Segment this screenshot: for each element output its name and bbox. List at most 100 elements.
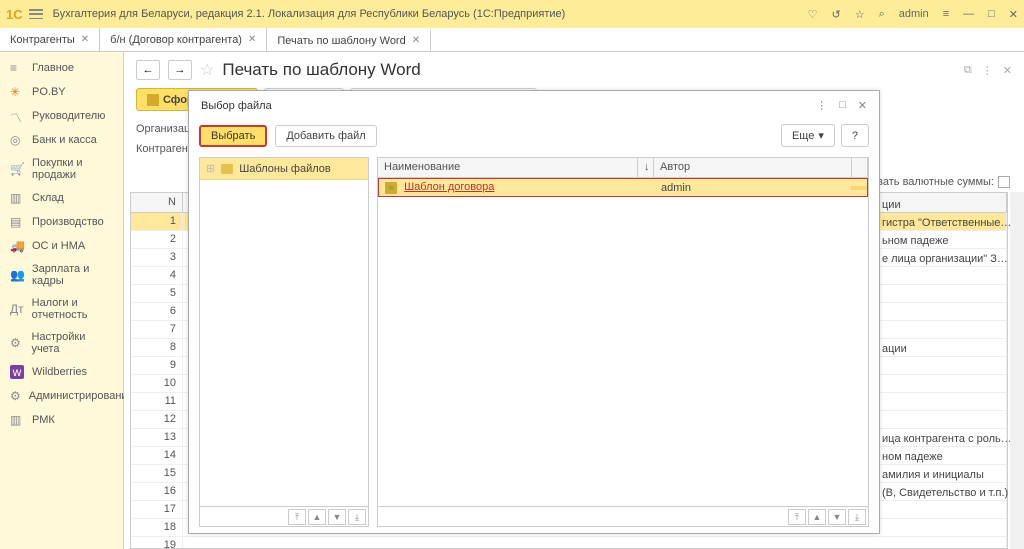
sidebar-item-label: Администрирование bbox=[29, 390, 134, 402]
grid-row[interactable]: 19 bbox=[131, 537, 1007, 548]
sidebar-item-salary[interactable]: 👥Зарплата и кадры bbox=[0, 258, 123, 292]
coin-icon: ◎ bbox=[10, 133, 24, 147]
dialog-maximize-icon[interactable]: □ bbox=[839, 99, 846, 112]
sidebar-item-taxes[interactable]: ДтНалоги и отчетность bbox=[0, 292, 123, 326]
close-window-icon[interactable]: ✕ bbox=[1009, 8, 1018, 21]
sidebar-item-rmk[interactable]: ▥РМК bbox=[0, 408, 123, 432]
link-icon[interactable]: ⧉ bbox=[964, 64, 972, 77]
document-tabs: Контрагенты ✕ б/н (Договор контрагента) … bbox=[0, 28, 1024, 52]
main-menu-icon[interactable] bbox=[29, 9, 43, 19]
sidebar-item-admin[interactable]: ⚙Администрирование bbox=[0, 384, 123, 408]
sidebar-item-assets[interactable]: 🚚 ОС и НМА bbox=[0, 234, 123, 258]
nav-back-button[interactable]: ← bbox=[136, 60, 160, 80]
dialog-close-icon[interactable]: ✕ bbox=[858, 99, 867, 112]
select-button[interactable]: Выбрать bbox=[199, 125, 267, 147]
home-icon: ≡ bbox=[10, 61, 24, 75]
folder-tree[interactable]: ⊞ Шаблоны файлов ⤒ ▲ ▼ ⤓ bbox=[199, 157, 369, 527]
sidebar-item-label: Wildberries bbox=[32, 366, 87, 378]
grid-header-n[interactable]: N bbox=[131, 193, 183, 212]
tab-contract[interactable]: б/н (Договор контрагента) ✕ bbox=[100, 28, 267, 51]
nav-first-icon[interactable]: ⤒ bbox=[788, 509, 806, 525]
sidebar-item-sales[interactable]: 🛒 Покупки и продажи bbox=[0, 152, 123, 186]
column-author[interactable]: Автор bbox=[654, 158, 852, 177]
navigation-sidebar: ≡Главное ✳PO.BY 〽Руководителю ◎Банк и ка… bbox=[0, 52, 124, 549]
sidebar-item-label: Производство bbox=[32, 216, 104, 228]
row-action-icon[interactable] bbox=[851, 186, 867, 190]
page-title: Печать по шаблону Word bbox=[222, 60, 420, 80]
file-list-row[interactable]: w Шаблон договора admin bbox=[378, 178, 868, 197]
sidebar-item-label: ОС и НМА bbox=[32, 240, 85, 252]
maximize-icon[interactable]: □ bbox=[988, 8, 995, 20]
hint-text: гистра "Ответственные ли... bbox=[882, 214, 1014, 232]
poby-icon: ✳ bbox=[10, 85, 24, 99]
nav-down-icon[interactable]: ▼ bbox=[328, 509, 346, 525]
page-close-icon[interactable]: ✕ bbox=[1003, 64, 1012, 77]
hint-text: е лица организации" Запол... bbox=[882, 250, 1014, 268]
dialog-title: Выбор файла bbox=[201, 100, 272, 112]
hint-text: амилия и инициалы bbox=[882, 466, 1014, 484]
sidebar-item-main[interactable]: ≡Главное bbox=[0, 56, 123, 80]
favorite-star-icon[interactable]: ☆ bbox=[200, 60, 214, 80]
nav-up-icon[interactable]: ▲ bbox=[808, 509, 826, 525]
tab-close-icon[interactable]: ✕ bbox=[412, 35, 420, 46]
sidebar-item-poby[interactable]: ✳PO.BY bbox=[0, 80, 123, 104]
app-logo: 1C bbox=[6, 7, 23, 22]
dialog-menu-icon[interactable]: ⋮ bbox=[816, 99, 827, 112]
sidebar-item-label: РМК bbox=[32, 414, 55, 426]
row-number: 5 bbox=[131, 285, 183, 302]
history-icon[interactable]: ↺ bbox=[831, 8, 840, 21]
sidebar-item-bank[interactable]: ◎Банк и касса bbox=[0, 128, 123, 152]
tab-label: Печать по шаблону Word bbox=[277, 35, 405, 47]
vertical-scrollbar[interactable] bbox=[1010, 192, 1024, 549]
sidebar-item-manager[interactable]: 〽Руководителю bbox=[0, 104, 123, 128]
tree-item-label: Шаблоны файлов bbox=[239, 163, 331, 175]
currency-checkbox[interactable] bbox=[998, 176, 1010, 188]
tab-print-template[interactable]: Печать по шаблону Word ✕ bbox=[267, 28, 431, 51]
username-label[interactable]: admin bbox=[899, 8, 929, 20]
help-button[interactable]: ? bbox=[841, 124, 869, 147]
star-icon[interactable]: ☆ bbox=[855, 8, 865, 21]
nav-up-icon[interactable]: ▲ bbox=[308, 509, 326, 525]
production-icon: ▤ bbox=[10, 215, 24, 229]
minimize-icon[interactable]: — bbox=[963, 8, 974, 20]
sidebar-item-label: Налоги и отчетность bbox=[32, 297, 113, 321]
expand-icon[interactable]: ⊞ bbox=[206, 162, 215, 175]
nav-last-icon[interactable]: ⤓ bbox=[848, 509, 866, 525]
bell-icon[interactable]: ♡ bbox=[808, 8, 818, 21]
sidebar-item-wildberries[interactable]: wWildberries bbox=[0, 360, 123, 384]
row-number: 4 bbox=[131, 267, 183, 284]
more-button[interactable]: Еще ▾ bbox=[781, 124, 835, 147]
app-title: Бухгалтерия для Беларуси, редакция 2.1. … bbox=[53, 8, 808, 20]
menu-icon[interactable]: ⋮ bbox=[982, 64, 993, 77]
file-author: admin bbox=[655, 180, 851, 196]
truck-icon: 🚚 bbox=[10, 239, 24, 253]
column-name[interactable]: Наименование bbox=[378, 158, 638, 177]
nav-forward-button[interactable]: → bbox=[168, 60, 192, 80]
sidebar-item-warehouse[interactable]: ▥Склад bbox=[0, 186, 123, 210]
sidebar-item-label: Покупки и продажи bbox=[32, 157, 113, 181]
nav-down-icon[interactable]: ▼ bbox=[828, 509, 846, 525]
row-number: 6 bbox=[131, 303, 183, 320]
sidebar-item-settings[interactable]: ⚙Настройки учета bbox=[0, 326, 123, 360]
tab-close-icon[interactable]: ✕ bbox=[81, 34, 89, 45]
settings-bars-icon[interactable]: ≡ bbox=[943, 8, 949, 20]
tab-contragents[interactable]: Контрагенты ✕ bbox=[0, 28, 100, 51]
hint-text: ции bbox=[882, 196, 1014, 214]
hint-text: ации bbox=[882, 340, 1014, 358]
search-icon[interactable]: ⌕ bbox=[879, 8, 885, 21]
tab-close-icon[interactable]: ✕ bbox=[248, 34, 256, 45]
row-number: 11 bbox=[131, 393, 183, 410]
row-number: 17 bbox=[131, 501, 183, 518]
cart-icon: 🛒 bbox=[10, 162, 24, 176]
people-icon: 👥 bbox=[10, 268, 24, 282]
sort-indicator-icon[interactable]: ↓ bbox=[638, 158, 654, 177]
row-number: 15 bbox=[131, 465, 183, 482]
row-number: 16 bbox=[131, 483, 183, 500]
sidebar-item-production[interactable]: ▤ Производство bbox=[0, 210, 123, 234]
file-name: Шаблон договора bbox=[404, 181, 494, 193]
row-number: 13 bbox=[131, 429, 183, 446]
nav-first-icon[interactable]: ⤒ bbox=[288, 509, 306, 525]
tree-item[interactable]: ⊞ Шаблоны файлов bbox=[200, 158, 368, 180]
nav-last-icon[interactable]: ⤓ bbox=[348, 509, 366, 525]
add-file-button[interactable]: Добавить файл bbox=[275, 125, 376, 147]
